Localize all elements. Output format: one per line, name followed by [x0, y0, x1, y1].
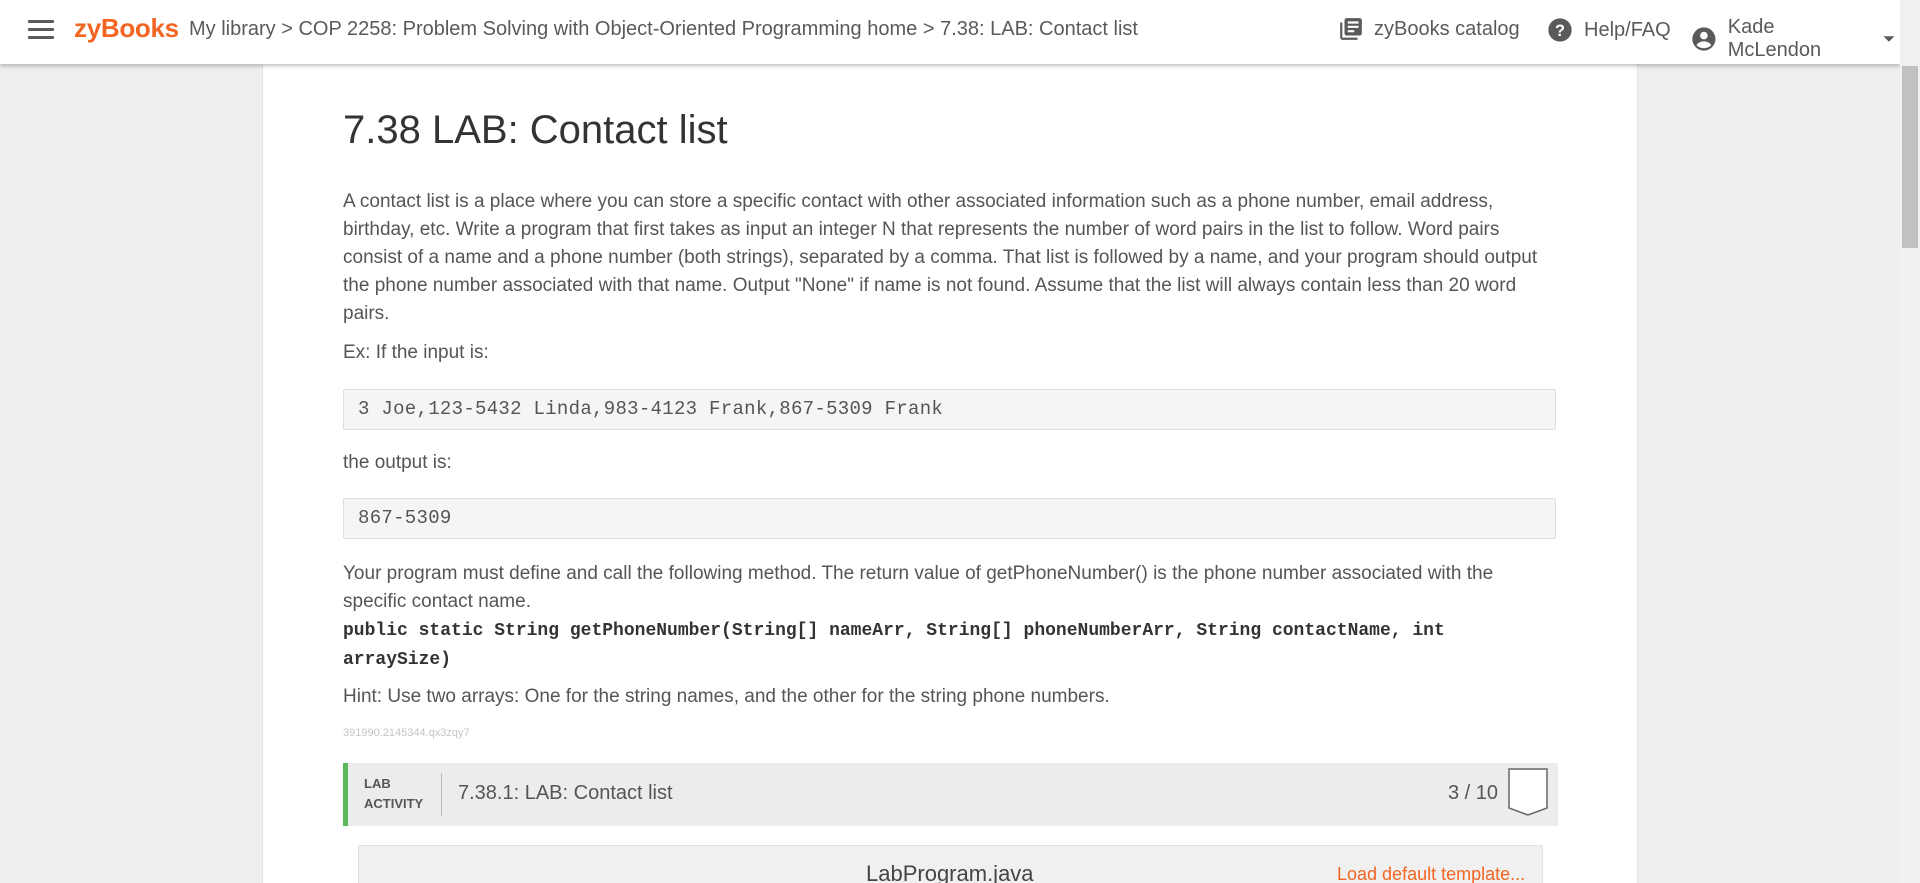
breadcrumb-course-home[interactable]: COP 2258: Problem Solving with Object-Or… — [298, 18, 917, 40]
lab-activity-tag-text: LAB ACTIVITY — [364, 776, 424, 811]
breadcrumb-current-section: 7.38: LAB: Contact list — [940, 18, 1138, 40]
lab-activity-title: 7.38.1: LAB: Contact list — [458, 782, 673, 804]
breadcrumb: My library > COP 2258: Problem Solving w… — [189, 18, 1138, 41]
user-name: Kade McLendon — [1727, 16, 1822, 61]
top-nav-bar: zyBooks My library > COP 2258: Problem S… — [0, 0, 1900, 64]
svg-text:?: ? — [1555, 22, 1565, 40]
breadcrumb-separator: > — [275, 18, 299, 40]
section-title: 7.38 LAB: Contact list — [343, 108, 728, 152]
editor-header: LabProgram.java Load default template... — [358, 845, 1543, 883]
lab-divider — [441, 773, 442, 816]
load-default-template-link[interactable]: Load default template... — [1337, 864, 1525, 883]
tracking-id: 391990.2145344.qx3zqy7 — [343, 727, 470, 739]
menu-icon[interactable] — [28, 20, 54, 40]
zybooks-logo[interactable]: zyBooks — [74, 13, 179, 44]
method-intro: Your program must define and call the fo… — [343, 563, 1494, 612]
library-books-icon — [1340, 18, 1362, 40]
problem-description: A contact list is a place where you can … — [343, 191, 1538, 324]
account-circle-icon — [1692, 27, 1716, 51]
editor-file-name: LabProgram.java — [866, 861, 1034, 883]
zybooks-catalog-link[interactable]: zyBooks catalog — [1338, 16, 1520, 42]
breadcrumb-my-library[interactable]: My library — [189, 18, 276, 40]
method-signature: public static String getPhoneNumber(Stri… — [343, 621, 1445, 670]
example-input-code: 3 Joe,123-5432 Linda,983-4123 Frank,867-… — [343, 389, 1556, 430]
help-faq-label: Help/FAQ — [1584, 18, 1671, 41]
help-faq-link[interactable]: ? Help/FAQ — [1546, 16, 1671, 44]
completion-badge-icon — [1508, 768, 1548, 816]
example-output-label: the output is: — [343, 452, 452, 473]
lab-activity-tag: LAB ACTIVITY — [364, 774, 426, 814]
example-input-label: Ex: If the input is: — [343, 342, 489, 363]
zybooks-catalog-label: zyBooks catalog — [1374, 17, 1520, 40]
user-menu[interactable]: Kade McLendon — [1690, 16, 1900, 62]
content-card — [262, 64, 1638, 883]
help-icon: ? — [1548, 18, 1572, 42]
page-scrollbar[interactable] — [1900, 0, 1920, 883]
hint-text: Hint: Use two arrays: One for the string… — [343, 686, 1110, 707]
scrollbar-thumb[interactable] — [1902, 66, 1918, 248]
breadcrumb-separator: > — [917, 18, 941, 40]
lab-activity-header[interactable]: LAB ACTIVITY 7.38.1: LAB: Contact list 3… — [343, 763, 1558, 826]
chevron-down-icon — [1883, 36, 1895, 42]
lab-score: 3 / 10 — [1448, 782, 1499, 804]
example-output-code: 867-5309 — [343, 498, 1556, 539]
